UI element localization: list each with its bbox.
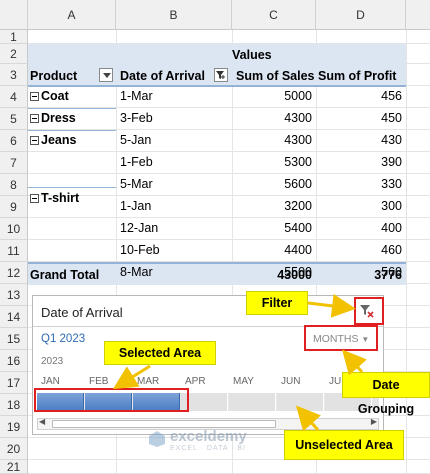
- exceldemy-logo-icon: [149, 431, 165, 447]
- spreadsheet: A B C D 1 2 3 4 5 6 7 8 9 10 11 12 13 14 15 16 17 18 19 20 2…: [0, 0, 430, 474]
- callout-arrows: [112, 293, 367, 432]
